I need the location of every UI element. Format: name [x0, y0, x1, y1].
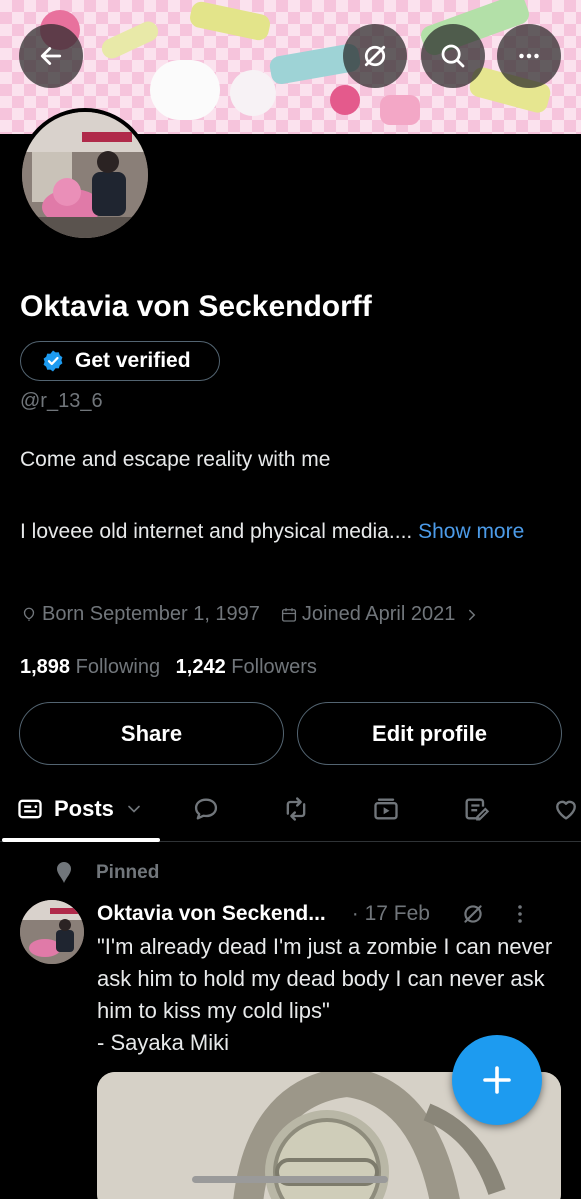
grok-button[interactable] — [343, 24, 407, 88]
like-icon — [556, 800, 576, 820]
banner-heart-shape — [230, 70, 276, 116]
plus-icon — [483, 1066, 511, 1094]
bio-line: Come and escape reality with me — [20, 448, 331, 471]
bio-text: I loveee old internet and physical media… — [20, 515, 560, 549]
article-icon — [465, 798, 490, 821]
back-button[interactable] — [19, 24, 83, 88]
followers-link[interactable]: 1,242 Followers — [176, 656, 317, 678]
profile-meta: Born September 1, 1997 Joined April 2021 — [20, 603, 485, 626]
active-tab-indicator — [2, 838, 160, 842]
chevron-right-icon[interactable] — [463, 606, 481, 624]
pin-icon — [57, 862, 71, 883]
more-button[interactable] — [497, 24, 561, 88]
following-label: Following — [75, 656, 161, 678]
tab-likes[interactable] — [552, 776, 580, 842]
verified-badge-icon — [43, 350, 63, 372]
get-verified-label: Get verified — [75, 349, 191, 372]
avatar-photo — [22, 112, 148, 238]
pinned-indicator: Pinned — [52, 860, 159, 886]
tab-videos[interactable] — [372, 776, 400, 842]
banner-pill-shape — [98, 18, 162, 62]
banner-heart-shape — [330, 85, 360, 115]
more-vertical-icon[interactable] — [508, 901, 532, 927]
banner-cross-shape — [150, 60, 220, 120]
reply-icon — [194, 798, 218, 820]
get-verified-button[interactable]: Get verified — [20, 341, 220, 381]
post-date[interactable]: · 17 Feb — [352, 902, 430, 926]
slashed-circle-icon — [364, 45, 386, 67]
tab-posts[interactable]: Posts — [16, 776, 144, 842]
profile-avatar[interactable] — [18, 108, 152, 242]
banner-cross-shape — [380, 95, 420, 125]
banner-pill-shape — [188, 0, 272, 43]
search-button[interactable] — [421, 24, 485, 88]
more-horizontal-icon — [519, 53, 539, 59]
video-icon — [374, 798, 398, 820]
tab-replies[interactable] — [192, 776, 220, 842]
arrow-left-icon — [40, 47, 62, 65]
repost-icon — [286, 797, 306, 821]
followers-label: Followers — [231, 656, 317, 678]
bio-line: I loveee old internet and physical media… — [20, 520, 419, 543]
balloon-icon — [23, 607, 35, 621]
following-count: 1,898 — [20, 656, 71, 678]
calendar-icon — [281, 607, 296, 622]
post-author-avatar[interactable] — [20, 900, 84, 964]
compose-post-button[interactable] — [452, 1035, 542, 1125]
edit-profile-button[interactable]: Edit profile — [297, 702, 562, 765]
profile-tabs: Posts — [0, 776, 581, 842]
pinned-label: Pinned — [96, 862, 160, 883]
followers-count: 1,242 — [175, 656, 226, 678]
tab-articles[interactable] — [462, 776, 490, 842]
tab-reposts[interactable] — [282, 776, 310, 842]
show-more-link[interactable]: Show more — [418, 520, 524, 543]
profile-name: Oktavia von Seckendorff — [20, 290, 372, 323]
post-header: Oktavia von Seckend... · 17 Feb — [97, 901, 532, 927]
chevron-down-icon — [128, 805, 140, 813]
birth-date: Born September 1, 1997 — [42, 603, 260, 625]
tab-posts-label: Posts — [54, 796, 114, 821]
post-author-name[interactable]: Oktavia von Seckend... — [97, 902, 326, 926]
avatar-photo — [20, 900, 84, 964]
slashed-circle-icon[interactable] — [460, 901, 486, 927]
following-link[interactable]: 1,898 Following — [20, 656, 160, 678]
follow-stats: 1,898 Following 1,242 Followers — [20, 656, 317, 679]
home-indicator[interactable] — [192, 1176, 388, 1183]
profile-handle: @r_13_6 — [20, 390, 103, 412]
search-icon — [441, 44, 465, 68]
share-button[interactable]: Share — [19, 702, 284, 765]
joined-date: Joined April 2021 — [301, 603, 456, 625]
posts-icon — [18, 799, 42, 819]
